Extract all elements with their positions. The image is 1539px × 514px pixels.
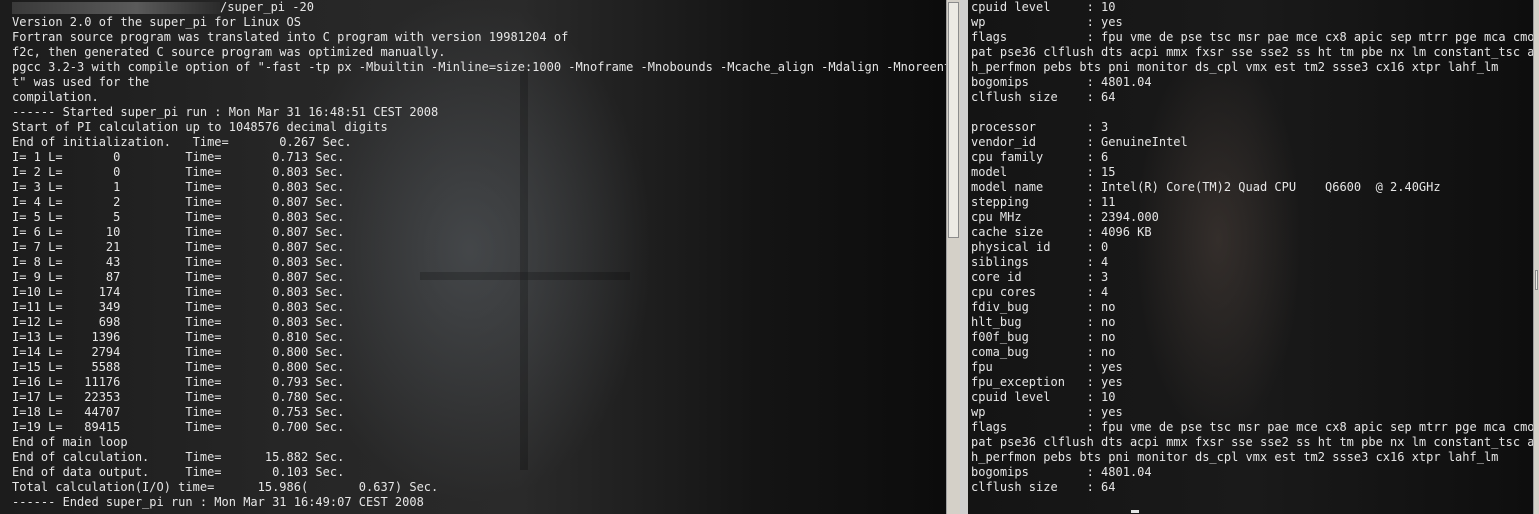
left-terminal-line: Fortran source program was translated in… xyxy=(12,30,569,44)
left-terminal-line: pgcc 3.2-3 with compile option of "-fast… xyxy=(12,60,946,74)
right-terminal-line: stepping : 11 xyxy=(971,195,1116,209)
left-terminal-scrollbar[interactable] xyxy=(946,0,960,514)
right-terminal-line: fdiv_bug : no xyxy=(971,300,1116,314)
left-terminal-line: I= 2 L= 0 Time= 0.803 Sec. xyxy=(12,165,345,179)
right-terminal-line xyxy=(971,105,1533,120)
right-terminal-line: vendor_id : GenuineIntel xyxy=(971,135,1188,149)
prompt-command: /super_pi -20 xyxy=(220,0,314,14)
right-terminal-line: model : 15 xyxy=(971,165,1116,179)
right-terminal-line: coma_bug : no xyxy=(971,345,1116,359)
left-terminal-output: Version 2.0 of the super_pi for Linux OS… xyxy=(12,15,946,510)
right-terminal-line: hlt_bug : no xyxy=(971,315,1116,329)
left-terminal-line: I=13 L= 1396 Time= 0.810 Sec. xyxy=(12,330,345,344)
left-terminal-line: I= 4 L= 2 Time= 0.807 Sec. xyxy=(12,195,345,209)
left-terminal-line: I=16 L= 11176 Time= 0.793 Sec. xyxy=(12,375,345,389)
left-terminal-line: f2c, then generated C source program was… xyxy=(12,45,446,59)
right-terminal-line: fpu_exception : yes xyxy=(971,375,1123,389)
right-terminal-line: physical id : 0 xyxy=(971,240,1109,254)
text-cursor xyxy=(1131,510,1139,513)
right-terminal-line: cpu family : 6 xyxy=(971,150,1109,164)
right-terminal-line: clflush size : 64 xyxy=(971,480,1116,494)
right-terminal-line: cache size : 4096 KB xyxy=(971,225,1152,239)
left-terminal-line: I=19 L= 89415 Time= 0.700 Sec. xyxy=(12,420,345,434)
left-terminal-line: End of data output. Time= 0.103 Sec. xyxy=(12,465,345,479)
right-terminal-line: fpu : yes xyxy=(971,360,1123,374)
left-terminal-line: I=12 L= 698 Time= 0.803 Sec. xyxy=(12,315,345,329)
left-terminal-line: I= 5 L= 5 Time= 0.803 Sec. xyxy=(12,210,345,224)
prompt-line: /super_pi -20 xyxy=(12,0,946,15)
left-terminal-line: I= 3 L= 1 Time= 0.803 Sec. xyxy=(12,180,345,194)
terminal-divider xyxy=(960,0,968,514)
right-terminal-line: flags : fpu vme de pse tsc msr pae mce c… xyxy=(971,30,1533,44)
right-terminal-line: cpuid level : 10 xyxy=(971,0,1116,14)
left-terminal-line: I=11 L= 349 Time= 0.803 Sec. xyxy=(12,300,345,314)
left-terminal-line: I=18 L= 44707 Time= 0.753 Sec. xyxy=(12,405,345,419)
left-scrollbar-thumb[interactable] xyxy=(948,2,959,238)
right-terminal[interactable]: cpuid level : 10 wp : yes flags : fpu vme … xyxy=(968,0,1533,514)
right-terminal-line: siblings : 4 xyxy=(971,255,1109,269)
right-terminal-scrollbar[interactable] xyxy=(1533,0,1539,514)
left-terminal-line: compilation. xyxy=(12,90,99,104)
right-terminal-line: wp : yes xyxy=(971,405,1123,419)
left-terminal-line: End of initialization. Time= 0.267 Sec. xyxy=(12,135,352,149)
right-terminal-line: pat pse36 clflush dts acpi mmx fxsr sse … xyxy=(971,45,1533,59)
left-terminal-line: I=10 L= 174 Time= 0.803 Sec. xyxy=(12,285,345,299)
right-terminal-line: flags : fpu vme de pse tsc msr pae mce c… xyxy=(971,420,1533,434)
right-terminal-line: cpu MHz : 2394.000 xyxy=(971,210,1159,224)
left-terminal-line: I=14 L= 2794 Time= 0.800 Sec. xyxy=(12,345,345,359)
right-terminal-line: h_perfmon pebs bts pni monitor ds_cpl vm… xyxy=(971,60,1499,74)
left-terminal-line: End of main loop xyxy=(12,435,128,449)
left-terminal-line: I= 8 L= 43 Time= 0.803 Sec. xyxy=(12,255,345,269)
right-terminal-line: bogomips : 4801.04 xyxy=(971,75,1152,89)
right-terminal-line: model name : Intel(R) Core(TM)2 Quad CPU… xyxy=(971,180,1441,194)
right-scrollbar-thumb[interactable] xyxy=(1535,270,1538,290)
left-terminal-line: ------ Started super_pi run : Mon Mar 31… xyxy=(12,105,439,119)
left-terminal-line: I= 1 L= 0 Time= 0.713 Sec. xyxy=(12,150,345,164)
right-terminal-line: f00f_bug : no xyxy=(971,330,1116,344)
right-terminal-line: bogomips : 4801.04 xyxy=(971,465,1152,479)
left-terminal-line: I=15 L= 5588 Time= 0.800 Sec. xyxy=(12,360,345,374)
prompt-redacted-path xyxy=(12,1,220,14)
left-terminal-line: Total calculation(I/O) time= 15.986( 0.6… xyxy=(12,480,439,494)
right-terminal-line: cpu cores : 4 xyxy=(971,285,1109,299)
left-terminal-line: I= 6 L= 10 Time= 0.807 Sec. xyxy=(12,225,345,239)
left-terminal-line: Version 2.0 of the super_pi for Linux OS xyxy=(12,15,301,29)
left-terminal[interactable]: /super_pi -20 Version 2.0 of the super_p… xyxy=(0,0,946,514)
right-terminal-line: h_perfmon pebs bts pni monitor ds_cpl vm… xyxy=(971,450,1499,464)
right-terminal-line: clflush size : 64 xyxy=(971,90,1116,104)
right-terminal-line: cpuid level : 10 xyxy=(971,390,1116,404)
left-terminal-line: End of calculation. Time= 15.882 Sec. xyxy=(12,450,345,464)
right-terminal-line: processor : 3 xyxy=(971,120,1109,134)
left-terminal-line: t" was used for the xyxy=(12,75,150,89)
left-terminal-line: ------ Ended super_pi run : Mon Mar 31 1… xyxy=(12,495,424,509)
right-terminal-line: pat pse36 clflush dts acpi mmx fxsr sse … xyxy=(971,435,1533,449)
left-terminal-line: I= 7 L= 21 Time= 0.807 Sec. xyxy=(12,240,345,254)
left-terminal-line: Start of PI calculation up to 1048576 de… xyxy=(12,120,388,134)
right-terminal-output: cpuid level : 10 wp : yes flags : fpu vme … xyxy=(971,0,1533,495)
left-terminal-line: I=17 L= 22353 Time= 0.780 Sec. xyxy=(12,390,345,404)
right-terminal-line: core id : 3 xyxy=(971,270,1109,284)
left-terminal-line: I= 9 L= 87 Time= 0.807 Sec. xyxy=(12,270,345,284)
right-terminal-line: wp : yes xyxy=(971,15,1123,29)
